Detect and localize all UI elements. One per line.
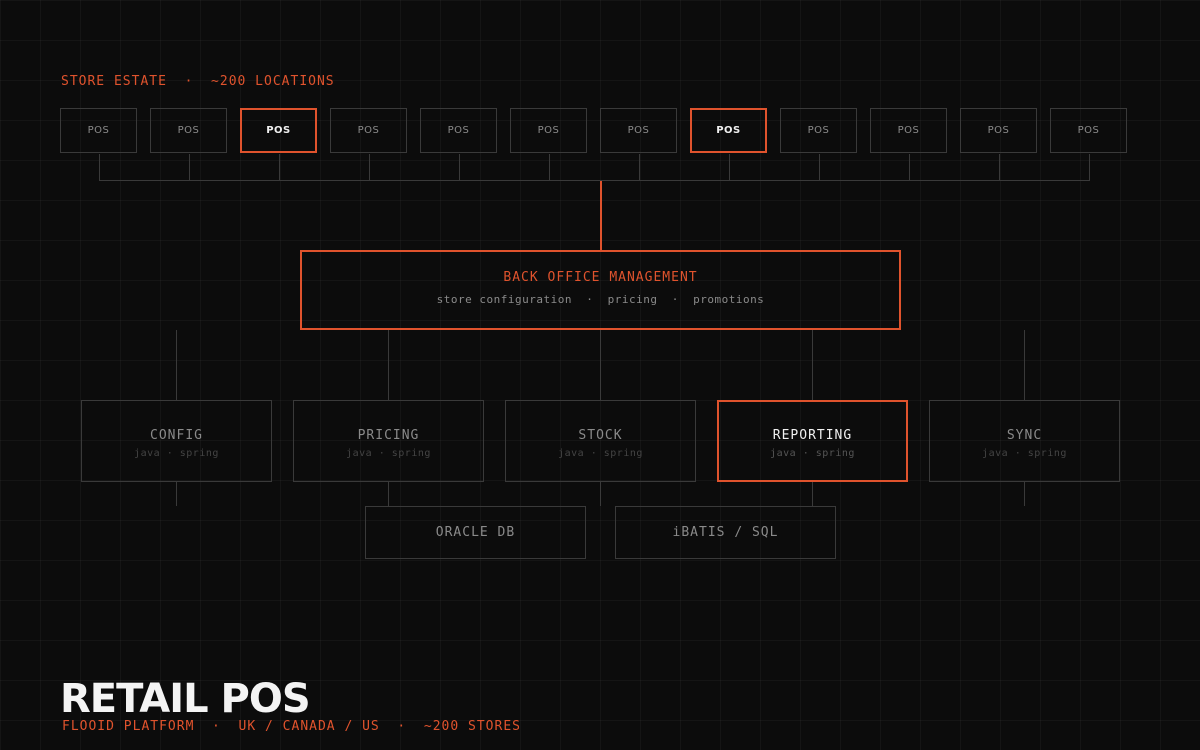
service-name: PRICING [357, 428, 420, 443]
page-title: RETAIL POS [60, 676, 311, 722]
service-name: CONFIG [150, 428, 203, 443]
pos-terminal[interactable]: POS [960, 108, 1037, 153]
service-tech: java · spring [346, 448, 431, 459]
back-office-subtitle: store configuration · pricing · promotio… [436, 293, 765, 306]
architecture-diagram: { "store_estate": { "label": "STORE ESTA… [0, 0, 1200, 750]
service-tech: java · spring [558, 448, 643, 459]
pos-connector [279, 154, 280, 180]
page-subtitle: FLOOID PLATFORM · UK / CANADA / US · ~20… [62, 719, 521, 734]
pos-terminal[interactable]: POS [150, 108, 227, 153]
estate-to-backoffice-connector [600, 181, 602, 250]
pos-connector [549, 154, 550, 180]
service-reporting[interactable]: REPORTING java · spring [717, 400, 908, 482]
service-tech: java · spring [770, 448, 855, 459]
pos-terminal[interactable]: POS [870, 108, 947, 153]
service-tech: java · spring [134, 448, 219, 459]
service-stub [812, 482, 813, 506]
back-office-management-box[interactable]: BACK OFFICE MANAGEMENT store configurati… [300, 250, 901, 330]
service-tech: java · spring [982, 448, 1067, 459]
pos-terminal[interactable]: POS [60, 108, 137, 153]
pos-connector [909, 154, 910, 180]
pos-terminal-highlighted[interactable]: POS [690, 108, 767, 153]
service-config[interactable]: CONFIG java · spring [81, 400, 272, 482]
service-name: REPORTING [772, 428, 853, 443]
service-connector [388, 330, 389, 400]
pos-connector [729, 154, 730, 180]
service-stub [1024, 482, 1025, 506]
pos-bus-line [99, 180, 1090, 181]
pos-connector [819, 154, 820, 180]
service-name: STOCK [578, 428, 623, 443]
pos-connector [459, 154, 460, 180]
service-name: SYNC [1006, 428, 1043, 443]
pos-terminal[interactable]: POS [780, 108, 857, 153]
ibatis-sql-box[interactable]: iBATIS / SQL [615, 506, 836, 559]
service-stock[interactable]: STOCK java · spring [505, 400, 696, 482]
pos-terminal-highlighted[interactable]: POS [240, 108, 317, 153]
store-estate-label: STORE ESTATE · ~200 LOCATIONS [61, 74, 335, 89]
pos-connector [639, 154, 640, 180]
service-pricing[interactable]: PRICING java · spring [293, 400, 484, 482]
service-sync[interactable]: SYNC java · spring [929, 400, 1120, 482]
service-stub [388, 482, 389, 506]
pos-connector [369, 154, 370, 180]
service-connector [1024, 330, 1025, 400]
pos-connector [99, 154, 100, 180]
pos-connector [189, 154, 190, 180]
service-stub [176, 482, 177, 506]
pos-terminal[interactable]: POS [510, 108, 587, 153]
service-stub [600, 482, 601, 506]
pos-connector [1089, 154, 1090, 180]
service-connector [812, 330, 813, 400]
service-connector [600, 330, 601, 400]
pos-connector [999, 154, 1000, 180]
oracle-db-box[interactable]: ORACLE DB [365, 506, 586, 559]
back-office-title: BACK OFFICE MANAGEMENT [503, 270, 698, 285]
service-connector [176, 330, 177, 400]
pos-terminal[interactable]: POS [420, 108, 497, 153]
pos-terminal[interactable]: POS [1050, 108, 1127, 153]
pos-terminal[interactable]: POS [600, 108, 677, 153]
pos-terminal[interactable]: POS [330, 108, 407, 153]
